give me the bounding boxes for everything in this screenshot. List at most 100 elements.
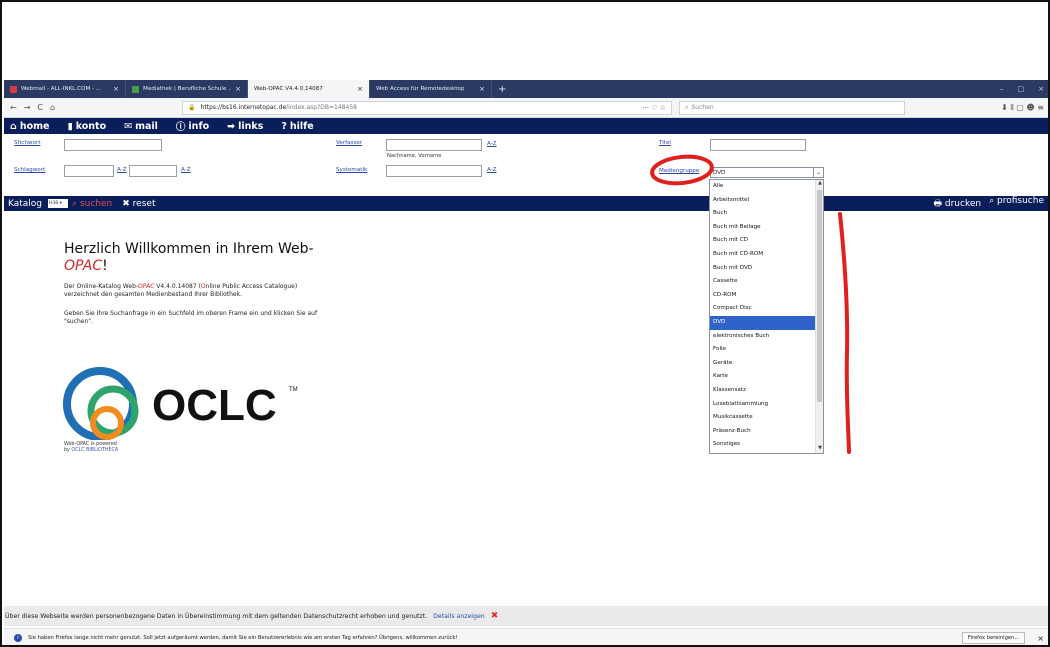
drucken-label: drucken [944, 198, 982, 209]
verfasser-label[interactable]: Verfasser [336, 140, 362, 146]
catalog-actions: 🖶 drucken ⌕ profisuche [934, 196, 1048, 212]
toolbar-icons[interactable]: ⬇ ⫴ ▢ ☻ ≡ [1001, 103, 1044, 113]
dropdown-option[interactable]: Präsenz-Buch [710, 425, 823, 439]
suchen-button[interactable]: ⌕ suchen [72, 199, 112, 209]
dropdown-option[interactable]: Geräte [710, 357, 823, 371]
stichwort-label[interactable]: Stichwort [14, 140, 40, 146]
dropdown-option[interactable]: Buch mit Beilage [710, 221, 823, 235]
dropdown-option[interactable]: CD-ROM [710, 289, 823, 303]
home-icon[interactable]: ⌂ [50, 103, 55, 112]
dropdown-option[interactable]: Buch mit CD-ROM [710, 248, 823, 262]
profisuche-button[interactable]: ⌕ profisuche [989, 196, 1044, 212]
titel-input[interactable] [710, 139, 806, 151]
dropdown-option[interactable]: Compact Disc [710, 302, 823, 316]
systematik-input[interactable] [386, 165, 482, 177]
privacy-close-icon[interactable]: ✖ [491, 611, 499, 621]
tab-close-icon[interactable]: × [113, 85, 119, 93]
tab-web-opac[interactable]: Web-OPAC V4.4.0.14087 × [248, 80, 370, 98]
schlagwort-input-2[interactable] [129, 165, 177, 177]
tab-close-icon[interactable]: × [235, 85, 241, 93]
systematik-label[interactable]: Systematik [336, 167, 367, 173]
dropdown-option[interactable]: Arbeitsmittel [710, 194, 823, 208]
schlagwort-az-link[interactable]: A-Z [117, 167, 127, 173]
lock-icon: 🔒 [188, 104, 196, 111]
reload-icon[interactable]: C [37, 103, 43, 112]
search-icon: ⌕ [685, 103, 689, 111]
forward-icon[interactable]: → [24, 103, 31, 112]
menu-links[interactable]: ➡ links [227, 121, 263, 132]
systematik-az-link[interactable]: A-Z [487, 167, 497, 173]
window-controls: – □ × [1000, 80, 1048, 98]
dropdown-option[interactable]: Alle [710, 180, 823, 194]
dropdown-option[interactable]: Buch mit DVD [710, 262, 823, 276]
powered-line: Web-OPAC is powered [64, 442, 117, 447]
menu-label: info [188, 120, 210, 132]
powered-link[interactable]: OCLC BIBLIOTHECA [71, 448, 118, 453]
para-opac: OPAC [138, 283, 155, 290]
dropdown-option[interactable]: Karte [710, 370, 823, 384]
menu-home[interactable]: ⌂ home [10, 121, 49, 132]
reset-button[interactable]: ✖ reset [122, 199, 155, 209]
printer-icon: 🖶 [933, 198, 943, 209]
screenshot-frame: Webmail - ALL-INKL.COM - ... × Mediathek… [0, 0, 1050, 647]
notification-close-icon[interactable]: × [1037, 634, 1044, 643]
verfasser-az-link[interactable]: A-Z [487, 141, 497, 147]
dropdown-option[interactable]: DVD [710, 315, 823, 330]
scroll-down-icon[interactable]: ▼ [816, 445, 823, 453]
tab-label: Mediathek | Berufliche Schule ... [143, 86, 232, 92]
stichwort-input[interactable] [64, 139, 162, 151]
schlagwort-az-link-2[interactable]: A-Z [181, 167, 191, 173]
menu-mail[interactable]: ✉ mail [124, 121, 158, 132]
back-icon[interactable]: ← [10, 103, 17, 112]
tab-webmail[interactable]: Webmail - ALL-INKL.COM - ... × [4, 80, 126, 98]
scroll-thumb[interactable] [817, 190, 822, 402]
firefox-refresh-button[interactable]: Firefox bereinigen... [961, 632, 1026, 644]
welcome-line: Herzlich Willkommen in Ihrem Web- [64, 241, 314, 257]
maximize-icon[interactable]: □ [1018, 85, 1025, 93]
url-actions[interactable]: ··· ♡ ☆ [642, 104, 666, 112]
tab-close-icon[interactable]: × [357, 85, 363, 93]
profisuche-label: profisuche [997, 195, 1044, 206]
menu-info[interactable]: ⓘ info [175, 119, 210, 134]
dropdown-option[interactable]: Loseblattsammlung [710, 398, 823, 412]
chevron-down-icon[interactable]: ⌄ [813, 168, 823, 177]
menu-konto[interactable]: ▮ konto [67, 121, 106, 132]
tab-mediathek[interactable]: Mediathek | Berufliche Schule ... × [126, 80, 248, 98]
dropdown-option[interactable]: Folie [710, 343, 823, 357]
titel-label[interactable]: Titel [659, 140, 671, 146]
url-bar[interactable]: 🔒 https://bs16.internetopac.de/index.asp… [182, 100, 673, 115]
oclc-logo-text: OCLC [152, 381, 277, 430]
home-icon: ⌂ [10, 120, 17, 132]
annotation-line [838, 212, 851, 454]
dropdown-scrollbar[interactable]: ▲ ▼ [815, 180, 823, 453]
tab-remotedesktop[interactable]: Web Access für Remotedesktop × [370, 80, 492, 98]
mediengruppe-dropdown-list[interactable]: Alle Arbeitsmittel Buch Buch mit Beilage Buc… [709, 179, 824, 454]
drucken-button[interactable]: 🖶 drucken [934, 196, 982, 212]
schlagwort-label[interactable]: Schlagwort [14, 167, 45, 173]
oclc-logo-tm: TM [289, 387, 298, 393]
browser-search-input[interactable]: ⌕ Suchen [679, 100, 906, 115]
dropdown-option[interactable]: Cassette [710, 275, 823, 289]
schlagwort-input-1[interactable] [64, 165, 114, 177]
info-icon: ⓘ [175, 122, 186, 133]
oclc-logo: OCLC TM [63, 367, 298, 440]
minimize-icon[interactable]: – [1000, 85, 1004, 93]
dropdown-option[interactable]: elektronisches Buch [710, 330, 823, 344]
mediengruppe-label[interactable]: Mediengruppe [659, 168, 699, 174]
menu-hilfe[interactable]: ? hilfe [281, 121, 313, 132]
dropdown-option[interactable]: Klassensatz [710, 384, 823, 398]
new-tab-button[interactable]: + [492, 80, 512, 98]
welcome-heading: Herzlich Willkommen in Ihrem Web- OPAC! [64, 241, 314, 275]
mediengruppe-value: DVD [713, 169, 726, 176]
tab-close-icon[interactable]: × [479, 85, 485, 93]
dropdown-option[interactable]: Buch mit CD [710, 234, 823, 248]
dropdown-option[interactable]: Musikcassette [710, 411, 823, 425]
close-window-icon[interactable]: × [1038, 85, 1044, 93]
scroll-up-icon[interactable]: ▲ [816, 180, 823, 188]
katalog-select[interactable]: H38 ▾ [48, 199, 69, 208]
details-link[interactable]: Details anzeigen [433, 613, 485, 620]
verfasser-input[interactable] [386, 139, 482, 151]
dropdown-option[interactable]: Sonstiges [710, 438, 823, 452]
dropdown-option[interactable]: Buch [710, 207, 823, 221]
mediengruppe-select[interactable]: DVD ⌄ [710, 167, 824, 178]
